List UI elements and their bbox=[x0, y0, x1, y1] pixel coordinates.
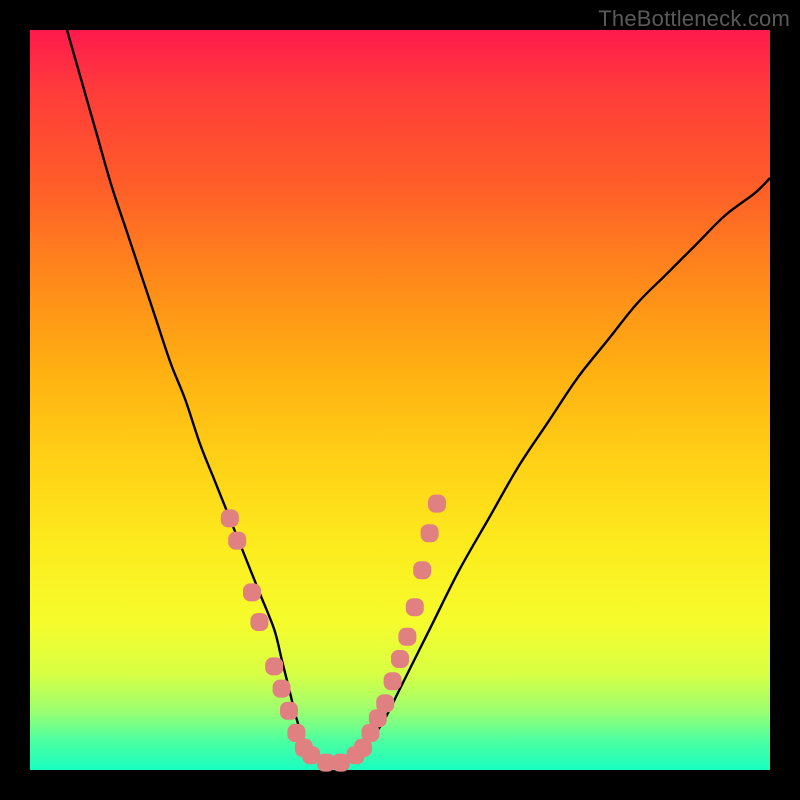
marker-group bbox=[221, 495, 446, 772]
data-marker bbox=[384, 672, 402, 690]
data-marker bbox=[221, 509, 239, 527]
watermark-label: TheBottleneck.com bbox=[598, 6, 790, 32]
data-marker bbox=[428, 495, 446, 513]
data-marker bbox=[250, 613, 268, 631]
data-marker bbox=[265, 657, 283, 675]
data-marker bbox=[413, 561, 431, 579]
data-marker bbox=[391, 650, 409, 668]
data-marker bbox=[243, 583, 261, 601]
bottleneck-curve bbox=[67, 30, 770, 764]
plot-area bbox=[30, 30, 770, 770]
curve-svg bbox=[30, 30, 770, 770]
data-marker bbox=[421, 524, 439, 542]
chart-frame: TheBottleneck.com bbox=[0, 0, 800, 800]
data-marker bbox=[398, 628, 416, 646]
data-marker bbox=[280, 702, 298, 720]
data-marker bbox=[228, 532, 246, 550]
data-marker bbox=[406, 598, 424, 616]
data-marker bbox=[376, 694, 394, 712]
data-marker bbox=[273, 680, 291, 698]
